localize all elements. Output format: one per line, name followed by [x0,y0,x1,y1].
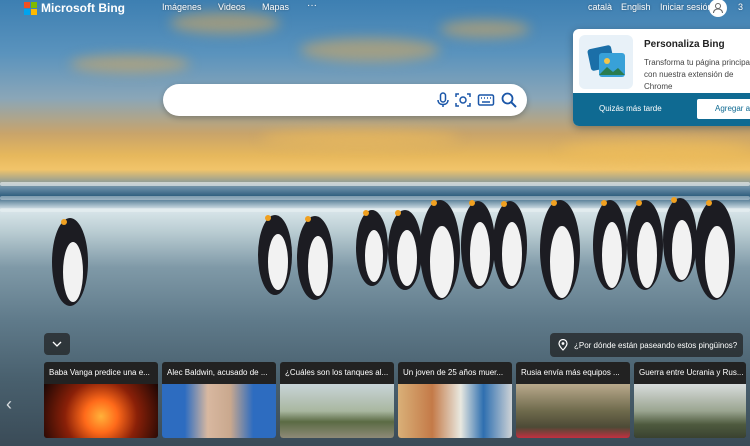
news-card[interactable]: Rusia envía más equipos ... [516,362,630,438]
promo-footer: Quizás más tarde Agregar a [573,93,750,126]
chevron-down-icon [52,341,62,347]
lang-catala[interactable]: català [588,2,612,12]
news-thumbnail [280,384,394,438]
news-title: Baba Vanga predice una e... [49,368,150,377]
news-card[interactable]: Guerra entre Ucrania y Rus... [634,362,746,438]
carousel-prev-icon[interactable]: ‹ [6,394,12,415]
nav-maps[interactable]: Mapas [262,2,289,12]
brand-name: Microsoft Bing [41,1,125,15]
search-input[interactable] [177,90,431,112]
keyboard-icon[interactable] [477,91,495,109]
search-icon[interactable] [500,91,518,109]
news-card[interactable]: Un joven de 25 años muer... [398,362,512,438]
nav-videos[interactable]: Videos [218,2,245,12]
news-thumbnail [162,384,276,438]
add-extension-button[interactable]: Agregar a [697,99,750,119]
news-title: Un joven de 25 años muer... [403,368,504,377]
promo-title: Personaliza Bing [644,39,725,50]
promo-description: Transforma tu página principal con nuest… [644,58,750,91]
search-box[interactable] [163,84,527,116]
news-title: Guerra entre Ucrania y Rus... [639,368,744,377]
rewards-points[interactable]: 3 [738,2,743,12]
news-thumbnail [44,384,158,438]
signin-link[interactable]: Iniciar sesión [660,2,713,12]
chrome-extension-promo: Personaliza Bing Transforma tu página pr… [573,29,750,126]
news-card[interactable]: Baba Vanga predice una e... [44,362,158,438]
collapse-feed-button[interactable] [44,333,70,355]
maybe-later-button[interactable]: Quizás más tarde [599,104,662,113]
news-title: ¿Cuáles son los tanques al... [285,368,389,377]
news-thumbnail [634,384,746,438]
microphone-icon[interactable] [434,91,452,109]
news-title: Rusia envía más equipos ... [521,368,620,377]
bing-logo[interactable]: Microsoft Bing [24,1,125,15]
location-pin-icon [558,339,568,351]
lang-english[interactable]: English [621,2,651,12]
news-card[interactable]: Alec Baldwin, acusado de ... [162,362,276,438]
news-thumbnail [516,384,630,438]
nav-more[interactable]: ··· [307,0,317,11]
news-thumbnail [398,384,512,438]
news-card[interactable]: ¿Cuáles son los tanques al... [280,362,394,438]
image-quiz-pill[interactable]: ¿Por dónde están paseando estos pingüino… [550,333,743,357]
quiz-text: ¿Por dónde están paseando estos pingüino… [574,340,738,350]
bing-extension-illustration [579,35,633,89]
news-title: Alec Baldwin, acusado de ... [167,368,268,377]
microsoft-logo-icon [24,1,37,15]
nav-images[interactable]: Imágenes [162,2,202,12]
visual-search-icon[interactable] [454,91,472,109]
